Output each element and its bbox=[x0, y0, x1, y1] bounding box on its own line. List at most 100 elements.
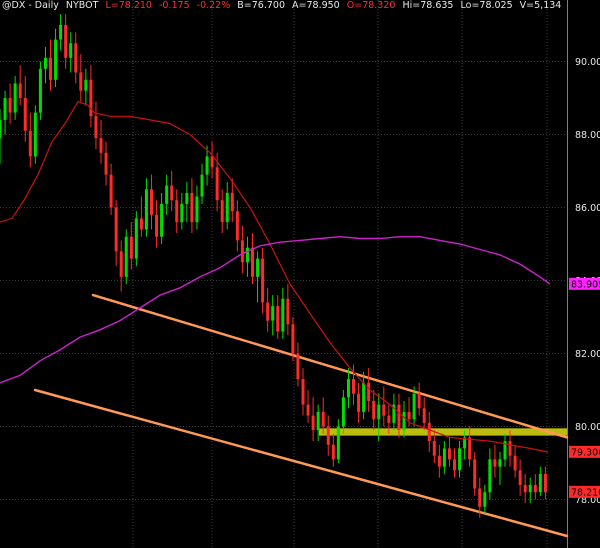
candle-body bbox=[432, 441, 436, 456]
candle-up bbox=[200, 163, 204, 204]
candle-body bbox=[296, 353, 300, 380]
candle-body bbox=[99, 138, 103, 153]
candle-body bbox=[215, 167, 219, 201]
candle-up bbox=[134, 211, 138, 266]
candle-down bbox=[276, 295, 280, 339]
candle-up bbox=[458, 441, 462, 478]
channel-upper-line bbox=[91, 293, 569, 439]
candle-body bbox=[170, 185, 174, 201]
candle-body bbox=[33, 112, 37, 157]
candle-body bbox=[493, 459, 497, 467]
candle-up bbox=[483, 484, 487, 515]
candle-body bbox=[442, 448, 446, 467]
candle-body bbox=[119, 251, 123, 277]
candle-body bbox=[8, 98, 12, 113]
candle-down bbox=[175, 189, 179, 234]
candle-down bbox=[296, 342, 300, 387]
candle-body bbox=[291, 324, 295, 354]
candle-body bbox=[422, 408, 426, 423]
candle-down bbox=[89, 65, 93, 128]
candle-body bbox=[326, 426, 330, 445]
candle-down bbox=[109, 163, 113, 215]
candle-down bbox=[523, 473, 527, 504]
y-tick-label: 82.000 bbox=[575, 349, 600, 360]
moving-average-long bbox=[0, 235, 551, 384]
candle-body bbox=[235, 211, 239, 241]
candle-body bbox=[352, 379, 355, 394]
price-tag: 79.306 bbox=[569, 445, 600, 458]
candle-body bbox=[240, 240, 244, 263]
net-change: -0.175 bbox=[158, 0, 190, 11]
candle-up bbox=[13, 76, 17, 120]
candle-body bbox=[301, 379, 305, 405]
candle-up bbox=[3, 90, 7, 135]
candle-up bbox=[54, 28, 58, 88]
candle-body bbox=[321, 411, 325, 427]
candle-down bbox=[372, 390, 376, 431]
candle-up bbox=[362, 371, 366, 420]
candle-down bbox=[473, 452, 477, 496]
candle-body bbox=[210, 156, 214, 168]
candle-body bbox=[190, 192, 194, 223]
candle-body bbox=[478, 488, 482, 507]
candle-up bbox=[0, 108, 2, 164]
low-price: Lo=78.025 bbox=[460, 0, 513, 11]
candle-up bbox=[59, 14, 63, 51]
candle-body bbox=[266, 302, 270, 321]
candle-up bbox=[256, 251, 260, 303]
candle-up bbox=[180, 192, 184, 230]
candle-down bbox=[150, 174, 153, 230]
candle-body bbox=[346, 379, 350, 398]
candle-up bbox=[336, 419, 340, 463]
candle-body bbox=[407, 411, 411, 420]
candle-down bbox=[94, 101, 98, 150]
price-chart[interactable]: 90.00088.00086.00084.00082.00080.00078.0… bbox=[0, 0, 600, 548]
candle-down bbox=[114, 200, 118, 266]
volume: V=5,134 bbox=[519, 0, 562, 11]
quote-header: @DX - Daily NYBOT L=78.210 -0.175 -0.22%… bbox=[2, 0, 565, 12]
candle-body bbox=[367, 382, 371, 401]
price-tag-label: 78.210 bbox=[571, 487, 600, 498]
bid-price: B=76.700 bbox=[237, 0, 285, 11]
candle-down bbox=[28, 112, 32, 168]
price-tag: 83.909 bbox=[569, 277, 600, 290]
candle-body bbox=[357, 393, 361, 412]
candle-body bbox=[372, 400, 376, 420]
candle-body bbox=[271, 306, 275, 321]
candle-body bbox=[286, 298, 290, 325]
candle-body bbox=[59, 25, 63, 40]
candle-body bbox=[220, 200, 224, 223]
candle-body bbox=[528, 484, 532, 493]
candle-down bbox=[261, 247, 265, 314]
candle-down bbox=[170, 171, 174, 212]
y-tick-label: 80.000 bbox=[575, 422, 600, 433]
candle-body bbox=[94, 116, 98, 139]
candle-down bbox=[266, 287, 270, 332]
price-tag-label: 83.909 bbox=[571, 279, 600, 290]
symbol-label: @DX - Daily bbox=[2, 0, 59, 11]
candle-body bbox=[251, 247, 254, 277]
candle-down bbox=[357, 382, 361, 423]
candle-body bbox=[523, 484, 527, 493]
candle-down bbox=[518, 459, 522, 496]
candle-up bbox=[392, 393, 396, 431]
y-tick-label: 90.000 bbox=[575, 57, 600, 68]
candle-down bbox=[64, 14, 68, 69]
channel-lower-line bbox=[33, 388, 569, 538]
candle-down bbox=[49, 39, 52, 91]
y-tick-label: 88.000 bbox=[575, 130, 600, 141]
candle-body bbox=[54, 39, 58, 80]
candle-body bbox=[458, 448, 462, 471]
candle-body bbox=[276, 306, 280, 332]
candle-up bbox=[245, 236, 249, 277]
candle-body bbox=[362, 382, 366, 412]
candle-body bbox=[175, 200, 179, 223]
candle-down bbox=[326, 415, 330, 456]
price-tags: 83.909 79.306 78.210 bbox=[569, 277, 600, 498]
candle-body bbox=[382, 404, 386, 416]
candle-down bbox=[210, 141, 214, 179]
candle-up bbox=[488, 448, 492, 500]
candle-body bbox=[402, 411, 406, 431]
candle-body bbox=[245, 247, 249, 263]
candle-down bbox=[513, 444, 517, 478]
